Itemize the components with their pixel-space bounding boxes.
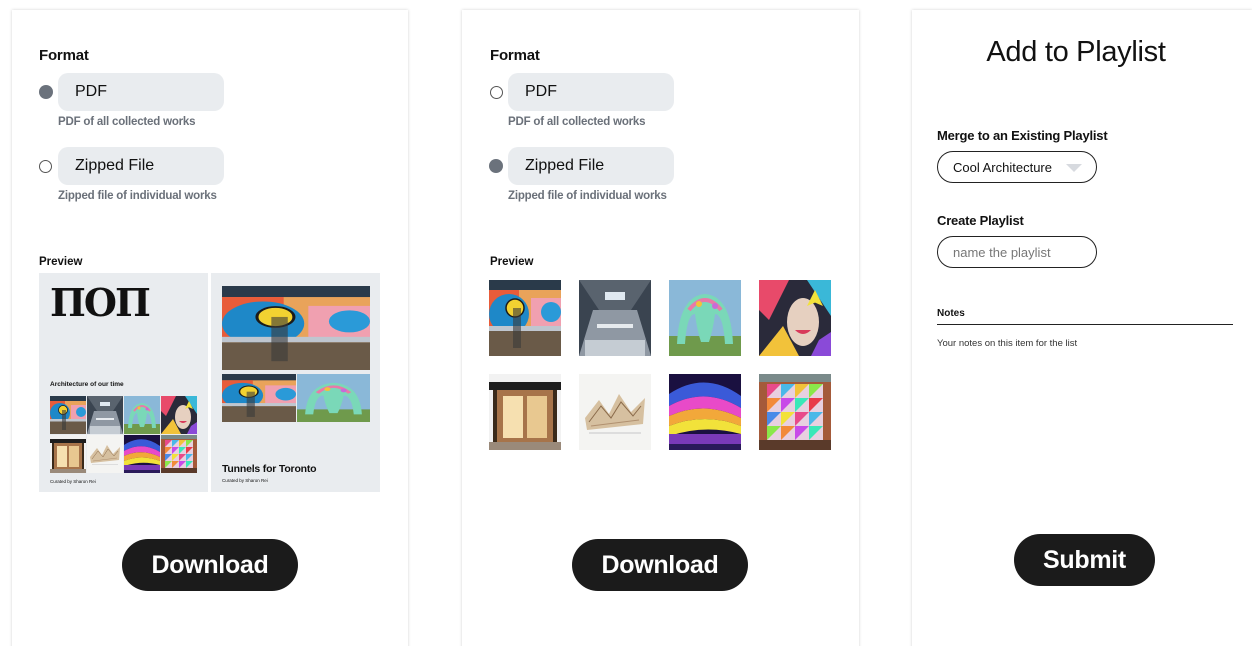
- pdf-radio[interactable]: [39, 85, 53, 99]
- thumb-arches: [124, 396, 160, 434]
- zip-option[interactable]: Zipped File: [508, 147, 674, 185]
- magazine-logo: ΠOΠ: [50, 280, 151, 325]
- preview-title: Preview: [490, 256, 534, 268]
- create-playlist-label: Create Playlist: [937, 213, 1024, 228]
- page-2-curator: Curated by Sharon Rei: [222, 478, 268, 483]
- thumb-tiles: [161, 435, 197, 473]
- download-panel-zip: Format PDF PDF of all collected works Zi…: [462, 10, 859, 646]
- pdf-radio[interactable]: [490, 86, 503, 99]
- page-1-curator: Curated by Sharon Rei: [50, 479, 96, 484]
- notes-divider: [937, 324, 1233, 325]
- submit-button[interactable]: Submit: [1014, 534, 1155, 586]
- notes-input[interactable]: Your notes on this item for the list: [937, 338, 1077, 349]
- thumbnail-entrance[interactable]: [489, 374, 561, 450]
- mural-detail-1: [222, 374, 296, 422]
- merge-playlist-select[interactable]: Cool Architecture: [937, 151, 1097, 183]
- thumbnail-skylight[interactable]: [579, 280, 651, 356]
- download-button[interactable]: Download: [122, 539, 298, 591]
- thumbnail-tiles[interactable]: [759, 374, 831, 450]
- thumbnail-tunnel[interactable]: [669, 374, 741, 450]
- add-to-playlist-panel: Add to Playlist Merge to an Existing Pla…: [912, 10, 1252, 646]
- thumb-model: [87, 435, 123, 473]
- thumb-entrance: [50, 435, 86, 473]
- thumbnail-arches[interactable]: [669, 280, 741, 356]
- thumb-skylight: [87, 396, 123, 434]
- hero-mural-image: [222, 286, 370, 370]
- playlist-name-input[interactable]: name the playlist: [937, 236, 1097, 268]
- zip-option-description: Zipped file of individual works: [508, 190, 667, 202]
- chevron-down-icon: [1066, 164, 1082, 172]
- page-2-heading: Tunnels for Toronto: [222, 463, 317, 475]
- zip-radio[interactable]: [489, 159, 503, 173]
- preview-title: Preview: [39, 256, 83, 268]
- thumbnail-mural[interactable]: [489, 280, 561, 356]
- pdf-option[interactable]: PDF: [58, 73, 224, 111]
- thumb-mural: [50, 396, 86, 434]
- thumb-face: [161, 396, 197, 434]
- pdf-option-description: PDF of all collected works: [508, 116, 646, 128]
- thumbnail-model[interactable]: [579, 374, 651, 450]
- playlist-title: Add to Playlist: [986, 36, 1166, 68]
- format-title: Format: [490, 47, 540, 64]
- pdf-preview-page-1: ΠOΠ Architecture of our time Curated by …: [39, 273, 208, 492]
- thumbnail-face[interactable]: [759, 280, 831, 356]
- zip-option-description: Zipped file of individual works: [58, 190, 217, 202]
- pdf-option-description: PDF of all collected works: [58, 116, 196, 128]
- download-button[interactable]: Download: [572, 539, 748, 591]
- mural-detail-2: [297, 374, 370, 422]
- page-1-heading: Architecture of our time: [50, 381, 124, 388]
- pdf-option[interactable]: PDF: [508, 73, 674, 111]
- thumb-tunnel: [124, 435, 160, 473]
- notes-label: Notes: [937, 308, 965, 319]
- zip-radio[interactable]: [39, 160, 52, 173]
- merge-label: Merge to an Existing Playlist: [937, 128, 1108, 143]
- zip-option[interactable]: Zipped File: [58, 147, 224, 185]
- merge-selected-value: Cool Architecture: [953, 159, 1052, 175]
- format-title: Format: [39, 47, 89, 64]
- download-panel-pdf: Format PDF PDF of all collected works Zi…: [12, 10, 408, 646]
- pdf-preview-page-2: Tunnels for Toronto Curated by Sharon Re…: [211, 273, 380, 492]
